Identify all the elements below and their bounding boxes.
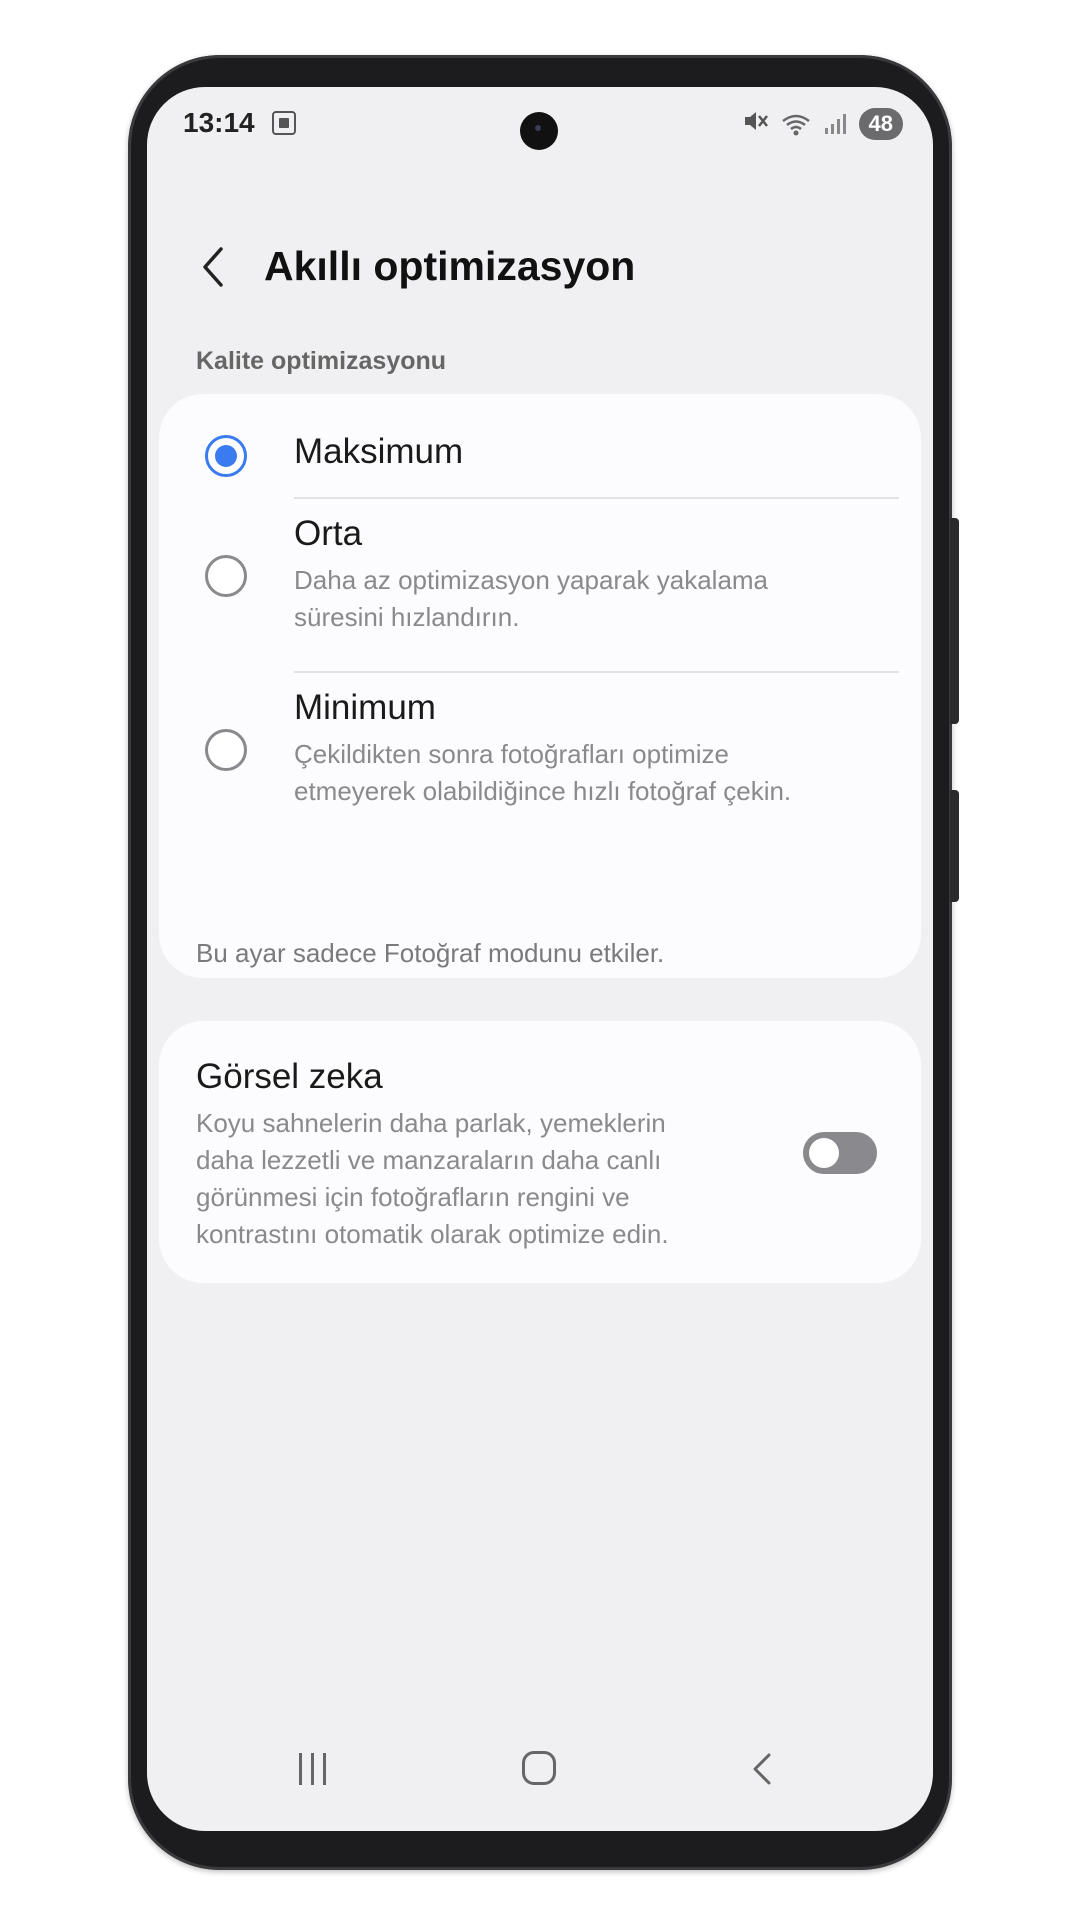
option-minimum[interactable]: Minimum Çekildikten sonra fotoğrafları o… bbox=[159, 672, 921, 812]
option-description-line: Daha az optimizasyon yaparak yakalama bbox=[294, 565, 769, 595]
navigation-bar bbox=[147, 1737, 933, 1807]
screenshot-icon bbox=[272, 111, 296, 135]
front-camera bbox=[520, 112, 558, 150]
signal-icon bbox=[823, 112, 847, 136]
option-title: Maksimum bbox=[294, 432, 464, 471]
visual-ai-toggle[interactable] bbox=[803, 1132, 877, 1174]
battery-indicator: 48 bbox=[858, 108, 903, 140]
status-icons: 48 bbox=[743, 107, 903, 141]
visual-ai-card[interactable]: Görsel zeka Koyu sahnelerin daha parlak,… bbox=[159, 1021, 921, 1283]
quality-options-card: Maksimum Orta Daha az optimizasyon yapar… bbox=[159, 394, 921, 978]
page-header: Akıllı optimizasyon bbox=[147, 227, 933, 307]
footnote-text: Bu ayar sadece Fotoğraf modunu etkiler. bbox=[196, 938, 665, 968]
visual-ai-title: Görsel zeka bbox=[196, 1057, 383, 1096]
nav-back-icon[interactable] bbox=[747, 1747, 777, 1791]
option-title: Minimum bbox=[294, 688, 436, 727]
option-description: Daha az optimizasyon yaparak yakalama sü… bbox=[294, 562, 854, 636]
power-button bbox=[950, 790, 959, 902]
toggle-knob bbox=[809, 1138, 839, 1168]
option-maksimum[interactable]: Maksimum bbox=[159, 414, 921, 484]
radio-button[interactable] bbox=[205, 555, 247, 597]
home-icon[interactable] bbox=[522, 1751, 556, 1785]
section-label-quality: Kalite optimizasyonu bbox=[196, 347, 447, 375]
recent-apps-icon[interactable] bbox=[295, 1749, 331, 1789]
option-description-line: etmeyerek olabildiğince hızlı fotoğraf ç… bbox=[294, 776, 792, 806]
description-line: daha lezzetli ve manzaraların daha canlı bbox=[196, 1145, 662, 1175]
page-title: Akıllı optimizasyon bbox=[264, 243, 636, 289]
visual-ai-description: Koyu sahnelerin daha parlak, yemeklerin … bbox=[196, 1105, 716, 1253]
option-description-line: süresini hızlandırın. bbox=[294, 602, 520, 632]
description-line: görünmesi için fotoğrafların rengini ve bbox=[196, 1182, 630, 1212]
option-description: Çekildikten sonra fotoğrafları optimize … bbox=[294, 736, 854, 810]
radio-button[interactable] bbox=[205, 729, 247, 771]
back-arrow-icon[interactable] bbox=[195, 237, 235, 297]
description-line: Koyu sahnelerin daha parlak, yemeklerin bbox=[196, 1108, 666, 1138]
status-bar: 13:14 48 bbox=[147, 87, 933, 162]
mute-icon bbox=[743, 109, 769, 140]
status-time: 13:14 bbox=[183, 107, 255, 138]
option-title: Orta bbox=[294, 514, 363, 553]
option-description-line: Çekildikten sonra fotoğrafları optimize bbox=[294, 739, 729, 769]
option-orta[interactable]: Orta Daha az optimizasyon yaparak yakala… bbox=[159, 498, 921, 638]
description-line: kontrastını otomatik olarak optimize edi… bbox=[196, 1219, 669, 1249]
screen: 13:14 48 Akıllı optimizasyon Kalite opti… bbox=[147, 87, 933, 1831]
wifi-icon bbox=[781, 113, 811, 136]
volume-button bbox=[950, 518, 959, 724]
radio-button-selected[interactable] bbox=[205, 435, 247, 477]
